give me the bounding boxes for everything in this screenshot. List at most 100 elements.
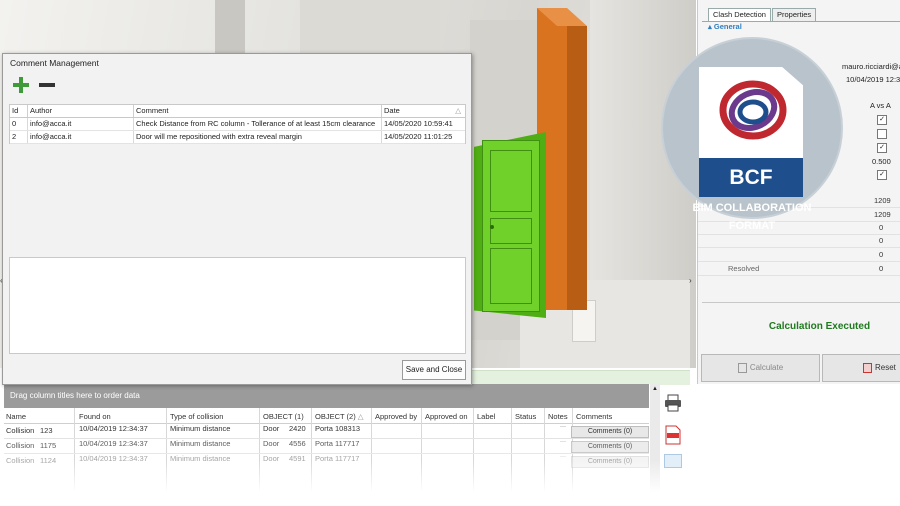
- remove-comment-button[interactable]: [38, 76, 56, 94]
- cell-type: Minimum distance: [170, 424, 231, 433]
- pdf-export-icon[interactable]: [664, 425, 682, 445]
- comments-table: Id Author Comment Date △ 0 info@acca.it C…: [9, 104, 466, 144]
- cell-id: 0: [10, 118, 28, 130]
- count-value: 0: [879, 236, 884, 245]
- prop-row-resolved: Resolved 0: [698, 262, 900, 276]
- cell-author: info@acca.it: [28, 131, 134, 143]
- badge-line-2: FORMAT: [728, 220, 776, 232]
- clash-results-grid: Drag column titles here to order data ▲ …: [0, 384, 660, 506]
- save-and-close-button[interactable]: Save and Close: [402, 360, 466, 380]
- cell-id: 2: [10, 131, 28, 143]
- bcf-logo-text: BCF: [699, 158, 803, 197]
- print-icon[interactable]: [664, 394, 682, 412]
- comment-row[interactable]: 0 info@acca.it Check Distance from RC co…: [10, 118, 465, 131]
- scroll-up-arrow-icon[interactable]: ▲: [650, 384, 660, 394]
- col-status[interactable]: Status: [515, 412, 536, 421]
- col-comment[interactable]: Comment: [134, 105, 382, 117]
- door-handle: [490, 225, 494, 229]
- col-name[interactable]: Name: [6, 412, 26, 421]
- cell-date: 14/05/2020 10:59:41: [384, 119, 453, 128]
- cell-object1-id: 2420: [289, 424, 306, 433]
- minus-icon: [39, 83, 55, 87]
- col-type[interactable]: Type of collision: [170, 412, 223, 421]
- notes-ellipsis-icon[interactable]: ···: [560, 439, 566, 445]
- table-row[interactable]: Collision 1175 10/04/2019 12:34:37 Minim…: [4, 439, 649, 453]
- bcf-badge: BCF BIM COLLABORATION: [663, 39, 841, 217]
- add-comment-button[interactable]: [12, 76, 30, 94]
- section-general: General: [713, 22, 742, 31]
- calculate-button[interactable]: Calculate: [701, 354, 820, 382]
- col-object2[interactable]: OBJECT (2) △: [315, 412, 364, 421]
- table-row[interactable]: Collision 123 10/04/2019 12:34:37 Minimu…: [4, 424, 649, 438]
- cell-object1: Door: [263, 439, 280, 448]
- cell-comment: Door will me repositioned with extra rev…: [134, 131, 382, 143]
- door-inset: [490, 248, 532, 304]
- status-message: Calculation Executed: [768, 321, 871, 332]
- comment-management-dialog: Comment Management Id Author Comment Dat…: [2, 53, 472, 385]
- checkbox-checked[interactable]: ✓: [877, 115, 887, 125]
- resolved-value: 0: [879, 264, 884, 273]
- badge-line-1: BIM COLLABORATION: [692, 202, 812, 214]
- comment-textarea[interactable]: [9, 257, 466, 354]
- checkbox-unchecked[interactable]: [877, 129, 887, 139]
- reset-button[interactable]: Reset: [822, 354, 900, 382]
- tolerance-value: 0.500: [872, 157, 891, 166]
- comment-row[interactable]: 2 info@acca.it Door will me repositioned…: [10, 131, 465, 144]
- export-icon[interactable]: [664, 454, 682, 468]
- collapse-right-arrow[interactable]: ›: [689, 276, 695, 286]
- fade-overlay: [0, 460, 660, 506]
- cell-object1: Door: [263, 424, 280, 433]
- wall-shape: [215, 0, 245, 60]
- checkbox-checked[interactable]: ✓: [877, 143, 887, 153]
- cell-comment: Check Distance from RC column - Tolleran…: [134, 118, 382, 130]
- calculator-icon: [737, 362, 747, 373]
- plus-icon: [13, 77, 29, 93]
- col-comments[interactable]: Comments: [576, 412, 612, 421]
- status-strip: [450, 370, 690, 385]
- col-found-on[interactable]: Found on: [79, 412, 111, 421]
- col-id[interactable]: Id: [10, 105, 28, 117]
- col-author[interactable]: Author: [28, 105, 134, 117]
- col-approved-on[interactable]: Approved on: [425, 412, 468, 421]
- door-inset: [490, 218, 532, 244]
- cell-found-on: 10/04/2019 12:34:37: [79, 439, 148, 448]
- cell-object1-id: 4556: [289, 439, 306, 448]
- group-by-hint[interactable]: Drag column titles here to order data: [4, 384, 649, 408]
- col-notes[interactable]: Notes: [548, 412, 568, 421]
- cell-name: Collision: [6, 426, 35, 435]
- cell-object2: Porta 108313: [315, 424, 361, 433]
- cell-number: 1175: [40, 441, 57, 450]
- dialog-title: Comment Management: [10, 58, 99, 68]
- col-date-label: Date: [384, 106, 400, 115]
- col-approved-by[interactable]: Approved by: [375, 412, 417, 421]
- col-object1[interactable]: OBJECT (1): [263, 412, 304, 421]
- notes-ellipsis-icon[interactable]: ···: [560, 424, 566, 430]
- cell-author: info@acca.it: [28, 118, 134, 130]
- cell-date: 14/05/2020 11:01:25: [384, 132, 453, 141]
- total-value: 1209: [874, 196, 891, 205]
- active-value: 1209: [874, 210, 891, 219]
- prop-row: 0: [698, 234, 900, 248]
- tab-clash-detection[interactable]: Clash Detection: [708, 8, 771, 21]
- sort-triangle-icon: △: [455, 106, 461, 115]
- cell-type: Minimum distance: [170, 439, 231, 448]
- wall-shape: [300, 0, 440, 55]
- count-value: 0: [879, 250, 884, 259]
- resolved-label: Resolved: [728, 264, 760, 273]
- tab-properties[interactable]: Properties: [772, 8, 817, 21]
- reset-icon: [863, 362, 872, 373]
- reset-label: Reset: [875, 363, 896, 372]
- author-value: mauro.ricciardi@a: [842, 62, 900, 71]
- divider: [702, 302, 900, 303]
- col-label[interactable]: Label: [477, 412, 495, 421]
- door-inset: [490, 150, 532, 212]
- calculate-label: Calculate: [749, 363, 784, 372]
- comments-button[interactable]: Comments (0): [571, 441, 649, 453]
- comments-button[interactable]: Comments (0): [571, 426, 649, 438]
- date-value: 10/04/2019 12:3: [846, 75, 900, 84]
- col-date[interactable]: Date △: [382, 105, 465, 117]
- cell-found-on: 10/04/2019 12:34:37: [79, 424, 148, 433]
- rc-column-side: [567, 26, 587, 310]
- table-header: Id Author Comment Date △: [10, 105, 465, 118]
- checkbox-checked[interactable]: ✓: [877, 170, 887, 180]
